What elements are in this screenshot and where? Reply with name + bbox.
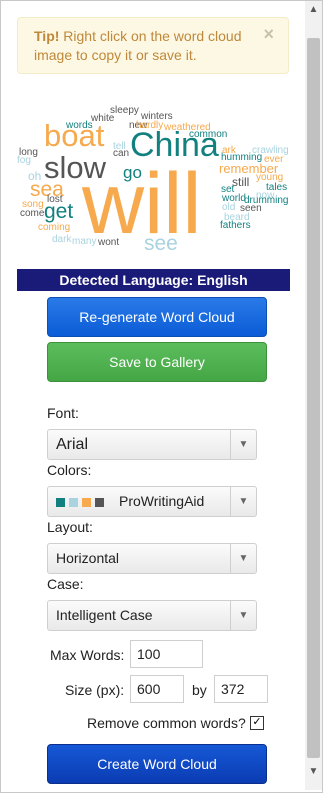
scroll-down-arrow-icon[interactable]: ▼ (305, 763, 322, 780)
scroll-up-arrow-icon[interactable]: ▲ (305, 1, 322, 18)
cloud-word: oh (28, 169, 41, 183)
chevron-down-icon: ▼ (230, 544, 256, 573)
remove-common-words-label: Remove common words? (87, 715, 246, 731)
tip-label: Tip! (34, 28, 60, 44)
remove-common-words-checkbox[interactable]: ✓ (250, 716, 264, 730)
tip-alert: Tip! Right click on the word cloud image… (17, 17, 289, 74)
cloud-word: hardly (136, 120, 163, 131)
colors-select[interactable]: ProWritingAid ▼ (47, 486, 257, 517)
case-select[interactable]: Intelligent Case ▼ (47, 600, 257, 631)
cloud-word: fathers (220, 220, 251, 231)
font-label: Font: (47, 405, 79, 421)
tip-text: Right click on the word cloud image to c… (34, 28, 242, 63)
color-swatch (95, 497, 104, 507)
cloud-word: words (65, 120, 93, 131)
layout-label: Layout: (47, 519, 93, 535)
cloud-word: lost (47, 194, 63, 205)
cloud-word: wont (97, 237, 119, 248)
font-select[interactable]: Arial ▼ (47, 429, 257, 460)
cloud-word: many (72, 236, 96, 247)
cloud-word: come (20, 208, 45, 219)
font-select-value: Arial (56, 436, 89, 453)
case-select-value: Intelligent Case (56, 607, 153, 623)
cloud-word: common (189, 129, 227, 140)
cloud-word: can (113, 148, 129, 159)
max-words-label: Max Words: (50, 647, 125, 663)
cloud-word: dark (52, 234, 72, 245)
chevron-down-icon: ▼ (230, 430, 256, 459)
cloud-word: still (232, 175, 249, 189)
detected-language-bar: Detected Language: English (17, 269, 290, 291)
vertical-scrollbar[interactable]: ▲ ▼ (305, 1, 322, 790)
colors-label: Colors: (47, 462, 92, 478)
cloud-word: see (144, 232, 178, 255)
cloud-word: coming (38, 222, 70, 233)
cloud-word: fog (17, 155, 31, 166)
word-cloud-image[interactable]: will China boat slow sea get go see sleepy winter… (16, 98, 292, 256)
layout-select-value: Horizontal (56, 550, 120, 566)
cloud-word: white (90, 113, 115, 124)
layout-select[interactable]: Horizontal ▼ (47, 543, 257, 574)
color-swatches (56, 497, 108, 507)
size-by-label: by (192, 682, 207, 698)
scroll-thumb[interactable] (307, 38, 320, 758)
word-cloud-svg: willChinaboatslowseagetgoseesleepywinter… (17, 105, 289, 255)
color-swatch (69, 497, 78, 507)
create-word-cloud-button[interactable]: Create Word Cloud (47, 744, 267, 784)
max-words-input[interactable]: 100 (130, 640, 203, 668)
colors-select-value: ProWritingAid (119, 493, 205, 509)
regenerate-word-cloud-button[interactable]: Re-generate Word Cloud (47, 297, 267, 337)
chevron-down-icon: ▼ (230, 487, 256, 516)
color-swatch (82, 497, 91, 507)
size-width-input[interactable]: 600 (130, 675, 184, 703)
color-swatch (56, 497, 65, 507)
chevron-down-icon: ▼ (230, 601, 256, 630)
cloud-word: go (123, 163, 142, 182)
save-to-gallery-button[interactable]: Save to Gallery (47, 342, 267, 382)
close-icon[interactable]: × (263, 25, 274, 44)
size-label: Size (px): (65, 682, 125, 698)
case-label: Case: (47, 576, 84, 592)
size-height-input[interactable]: 372 (214, 675, 268, 703)
